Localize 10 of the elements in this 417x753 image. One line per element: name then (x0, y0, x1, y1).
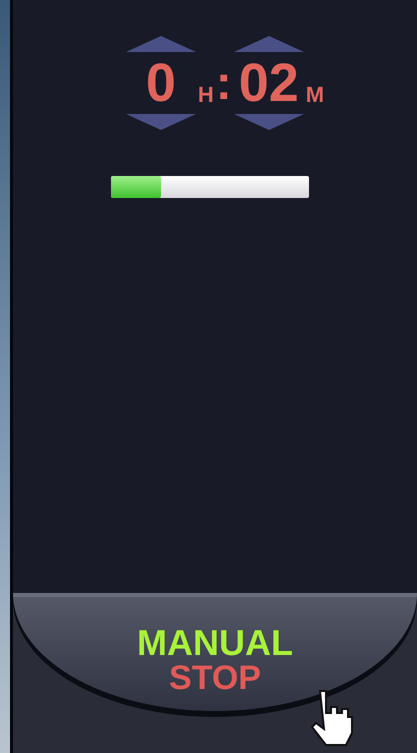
hand-cursor-icon (308, 689, 354, 747)
minutes-value: 02 (238, 56, 299, 110)
up-arrow-icon[interactable] (126, 36, 196, 52)
up-arrow-icon[interactable] (234, 36, 304, 52)
hours-value: 0 (146, 56, 176, 110)
down-arrow-icon[interactable] (234, 114, 304, 130)
hours-unit: H (198, 82, 214, 108)
down-arrow-icon[interactable] (126, 114, 196, 130)
minutes-unit: M (306, 82, 324, 108)
time-separator: : (216, 60, 232, 108)
